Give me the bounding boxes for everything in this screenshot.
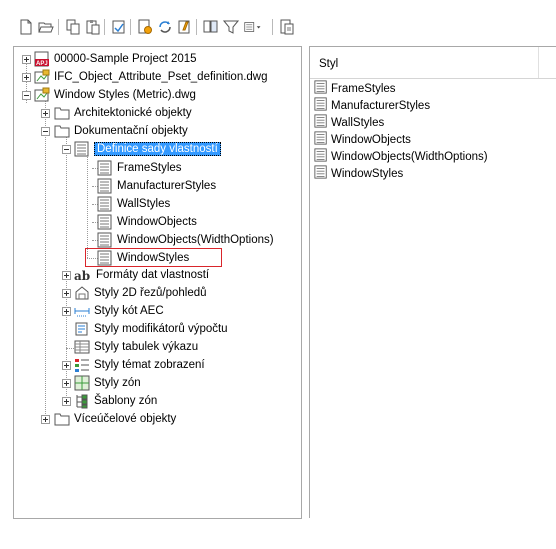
svg-text:ab: ab	[74, 269, 90, 282]
new-icon[interactable]	[17, 18, 35, 36]
list-item[interactable]: FrameStyles	[314, 80, 396, 97]
view-dropdown-icon[interactable]	[244, 18, 262, 36]
tree-item-category[interactable]: Styly zón	[74, 374, 141, 392]
tree-item-drawing[interactable]: IFC_Object_Attribute_Pset_definition.dwg	[34, 68, 268, 86]
style-icon	[97, 232, 113, 248]
expand-toggle[interactable]	[22, 55, 31, 64]
edit-icon[interactable]	[156, 18, 174, 36]
folder-open-icon	[54, 124, 70, 138]
list-item[interactable]: WallStyles	[314, 114, 384, 131]
synchronize-icon[interactable]	[278, 18, 296, 36]
style-icon	[314, 148, 328, 165]
style-icon	[314, 114, 328, 131]
folder-icon	[54, 412, 70, 426]
schedule-table-icon	[74, 339, 90, 355]
folder-icon	[54, 106, 70, 120]
view-list-icon[interactable]	[202, 18, 220, 36]
tree-item-category[interactable]: ab Formáty dat vlastností	[74, 266, 209, 284]
dimension-icon	[74, 303, 90, 319]
svg-text:APJ: APJ	[36, 61, 48, 67]
expand-toggle[interactable]	[41, 109, 50, 118]
tree-item-category[interactable]: Víceúčelové objekty	[54, 410, 176, 428]
copy-icon[interactable]	[64, 18, 82, 36]
tree-item-style[interactable]: WindowObjects	[97, 213, 197, 231]
tree-item-category[interactable]: Architektonické objekty	[54, 104, 192, 122]
toolbar-separator	[104, 19, 105, 35]
expand-toggle[interactable]	[62, 271, 71, 280]
toolbar-separator	[130, 19, 131, 35]
expand-toggle[interactable]	[62, 361, 71, 370]
toolbar-separator	[58, 19, 59, 35]
style-icon	[97, 196, 113, 212]
filter-icon[interactable]	[222, 18, 240, 36]
list-item[interactable]: ManufacturerStyles	[314, 97, 430, 114]
tree-item-property-set-definitions[interactable]: Definice sady vlastností	[74, 140, 221, 158]
highlight-box	[85, 248, 222, 267]
expand-toggle[interactable]	[22, 73, 31, 82]
list-item[interactable]: WindowObjects	[314, 131, 411, 148]
style-icon	[314, 97, 328, 114]
open-icon[interactable]	[37, 18, 55, 36]
expand-toggle[interactable]	[62, 289, 71, 298]
tree-item-category[interactable]: Šablony zón	[74, 392, 157, 410]
style-tree[interactable]: APJ 00000-Sample Project 2015 IFC_Object…	[13, 46, 302, 519]
tree-item-category[interactable]: Styly kót AEC	[74, 302, 164, 320]
style-icon	[314, 131, 328, 148]
collapse-toggle[interactable]	[22, 91, 31, 100]
tree-item-style[interactable]: ManufacturerStyles	[97, 177, 216, 195]
tree-item-style[interactable]: WindowObjects(WidthOptions)	[97, 231, 274, 249]
column-header[interactable]: Styl	[310, 47, 556, 79]
calculation-modifier-icon	[74, 321, 90, 337]
expand-toggle[interactable]	[41, 415, 50, 424]
style-icon	[97, 160, 113, 176]
column-header-label: Styl	[319, 58, 339, 70]
tree-item-category[interactable]: Styly tabulek výkazu	[74, 338, 198, 356]
list-item[interactable]: WindowObjects(WidthOptions)	[314, 148, 488, 165]
toolbar-separator	[272, 19, 273, 35]
collapse-toggle[interactable]	[41, 127, 50, 136]
zone-template-icon	[74, 393, 90, 409]
drawing-file-icon	[34, 87, 50, 103]
tree-item-project[interactable]: APJ 00000-Sample Project 2015	[34, 50, 197, 68]
zone-style-icon	[74, 375, 90, 391]
expand-toggle[interactable]	[62, 307, 71, 316]
drawing-file-icon	[34, 69, 50, 85]
section-elevation-icon	[74, 285, 90, 301]
tree-item-category[interactable]: Styly témat zobrazení	[74, 356, 205, 374]
toolbar-separator	[196, 19, 197, 35]
tree-item-category[interactable]: Styly 2D řezů/pohledů	[74, 284, 207, 302]
purge-icon[interactable]	[110, 18, 128, 36]
toolbar	[0, 0, 556, 46]
list-item[interactable]: WindowStyles	[314, 165, 403, 182]
expand-toggle[interactable]	[62, 379, 71, 388]
style-list[interactable]: Styl FrameStyles ManufacturerStyles Wall…	[309, 46, 556, 518]
display-theme-icon	[74, 357, 90, 373]
style-icon	[314, 165, 328, 182]
style-icon	[97, 214, 113, 230]
property-set-icon	[74, 141, 90, 157]
tree-item-style[interactable]: WallStyles	[97, 195, 170, 213]
column-divider[interactable]	[538, 47, 539, 78]
tree-item-style[interactable]: FrameStyles	[97, 159, 182, 177]
project-file-icon: APJ	[34, 51, 50, 67]
expand-toggle[interactable]	[62, 397, 71, 406]
data-format-icon: ab	[74, 268, 92, 282]
tree-item-category[interactable]: Styly modifikátorů výpočtu	[74, 320, 228, 338]
tree-item-drawing-open[interactable]: Window Styles (Metric).dwg	[34, 86, 196, 104]
paste-icon[interactable]	[84, 18, 102, 36]
edit-definition-icon[interactable]	[176, 18, 194, 36]
import-export-icon[interactable]	[136, 18, 154, 36]
collapse-toggle[interactable]	[62, 145, 71, 154]
style-icon	[97, 178, 113, 194]
tree-item-category[interactable]: Dokumentační objekty	[54, 122, 188, 140]
style-icon	[314, 80, 328, 97]
